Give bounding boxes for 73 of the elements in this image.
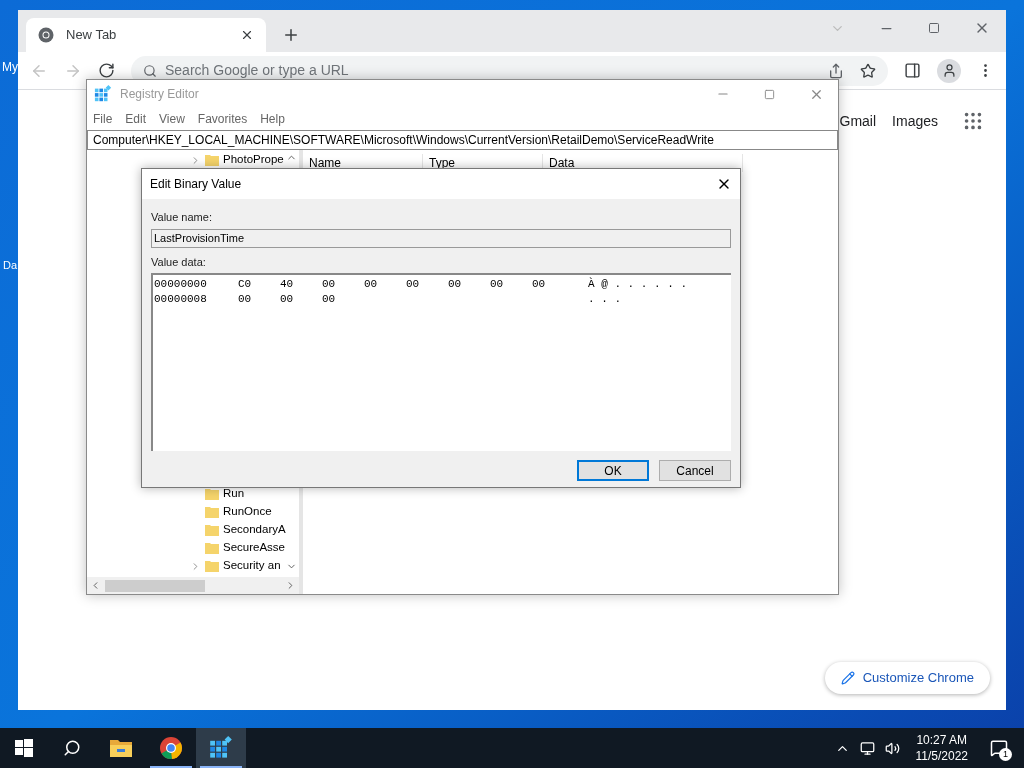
apps-grid-icon[interactable] [962,110,984,132]
field-label: Value data: [151,254,207,270]
value-name-field[interactable]: LastProvisionTime [151,228,731,248]
hex-byte[interactable]: 00 [322,276,364,293]
chrome-icon [38,27,54,43]
menu-item[interactable]: Help [260,110,285,128]
close-tab-icon[interactable] [240,28,254,42]
network-icon[interactable] [859,740,875,756]
windows-logo-icon[interactable] [15,739,33,757]
tree-item[interactable]: Security an [190,557,281,575]
search-icon [143,63,157,78]
registry-icon [94,85,112,103]
volume-icon[interactable] [884,740,900,756]
menu-item[interactable]: File [93,110,113,128]
registry-icon[interactable] [209,736,233,760]
chrome-icon[interactable] [159,736,183,760]
omnibox-input[interactable]: Search Google or type a URL [165,60,820,81]
header-link[interactable]: Images [892,110,938,132]
tree-item[interactable]: SecureAsse [190,539,285,557]
share-icon[interactable] [828,62,844,79]
menu-item[interactable]: Favorites [197,110,248,128]
browser-tab[interactable]: New Tab [26,18,266,52]
folder-icon [205,523,219,537]
hex-byte[interactable]: 00 [490,276,532,293]
menu-item[interactable]: View [159,110,185,128]
hex-byte[interactable]: 00 [280,291,322,308]
hex-byte[interactable]: 00 [364,276,406,293]
hex-byte[interactable]: 00 [238,291,280,308]
folder-icon [205,505,219,519]
new-tab-icon[interactable] [282,26,300,44]
ascii-text: . . . [588,292,621,308]
hex-byte[interactable]: 40 [280,276,322,293]
menu-item[interactable]: Edit [125,110,147,128]
ascii-text: À @ . . . . . . [588,276,688,293]
folder-icon [205,559,219,573]
hex-byte[interactable]: C0 [238,276,280,293]
maximize-icon[interactable] [928,22,940,34]
notification-count: 1 [999,748,1012,761]
customize-chrome-button[interactable]: Customize Chrome [824,662,990,694]
taskbar-app[interactable] [196,728,246,768]
side-panel-icon[interactable] [904,62,921,79]
clock[interactable]: 10:27 AM 11/5/2022 [909,732,974,764]
profile-avatar[interactable] [937,58,961,83]
search-icon[interactable] [63,739,81,757]
hex-byte[interactable]: 00 [532,276,574,293]
desktop-icon-label[interactable]: My [2,58,18,76]
value-data-field[interactable]: 00000000 C0 40 00 00 00 00 00 00 À @ . . . . . . 00000008 00 00 00 . . . [151,273,731,451]
bookmark-star-icon[interactable] [860,62,876,79]
desktop-icon-label[interactable]: Da [3,257,18,274]
pencil-icon [840,671,855,685]
hex-address: 00000000 [154,277,208,293]
folder-icon [205,541,219,555]
tree-item[interactable]: SecondaryA [190,521,286,539]
notifications-icon [990,739,1008,757]
hex-byte[interactable]: 00 [406,276,448,293]
dialog-button[interactable]: Cancel [659,460,731,481]
maximize-icon[interactable] [764,88,775,100]
tree-item[interactable]: PhotoPrope [190,151,284,169]
tree-item[interactable]: RunOnce [190,503,272,521]
tree-item[interactable]: Run [190,485,245,503]
dialog-title: Edit Binary Value [150,176,243,193]
hex-byte[interactable]: 00 [322,291,364,308]
field-label: Value name: [151,210,213,225]
notifications-button[interactable]: 1 [984,733,1014,763]
dialog-button[interactable]: OK [577,460,649,481]
window-title: Registry Editor [120,86,200,103]
header-link[interactable]: Gmail [839,110,877,132]
hex-byte[interactable]: 00 [448,276,490,293]
scrollbar-thumb[interactable] [105,579,205,592]
address-bar[interactable]: Computer\HKEY_LOCAL_MACHINE\SOFTWARE\Microsoft\Windows\CurrentVersion\RetailDemo\ServiceReadWrite [87,130,838,150]
reload-icon[interactable] [98,62,115,79]
folder-icon[interactable] [109,737,133,759]
hex-address: 00000008 [154,292,208,308]
